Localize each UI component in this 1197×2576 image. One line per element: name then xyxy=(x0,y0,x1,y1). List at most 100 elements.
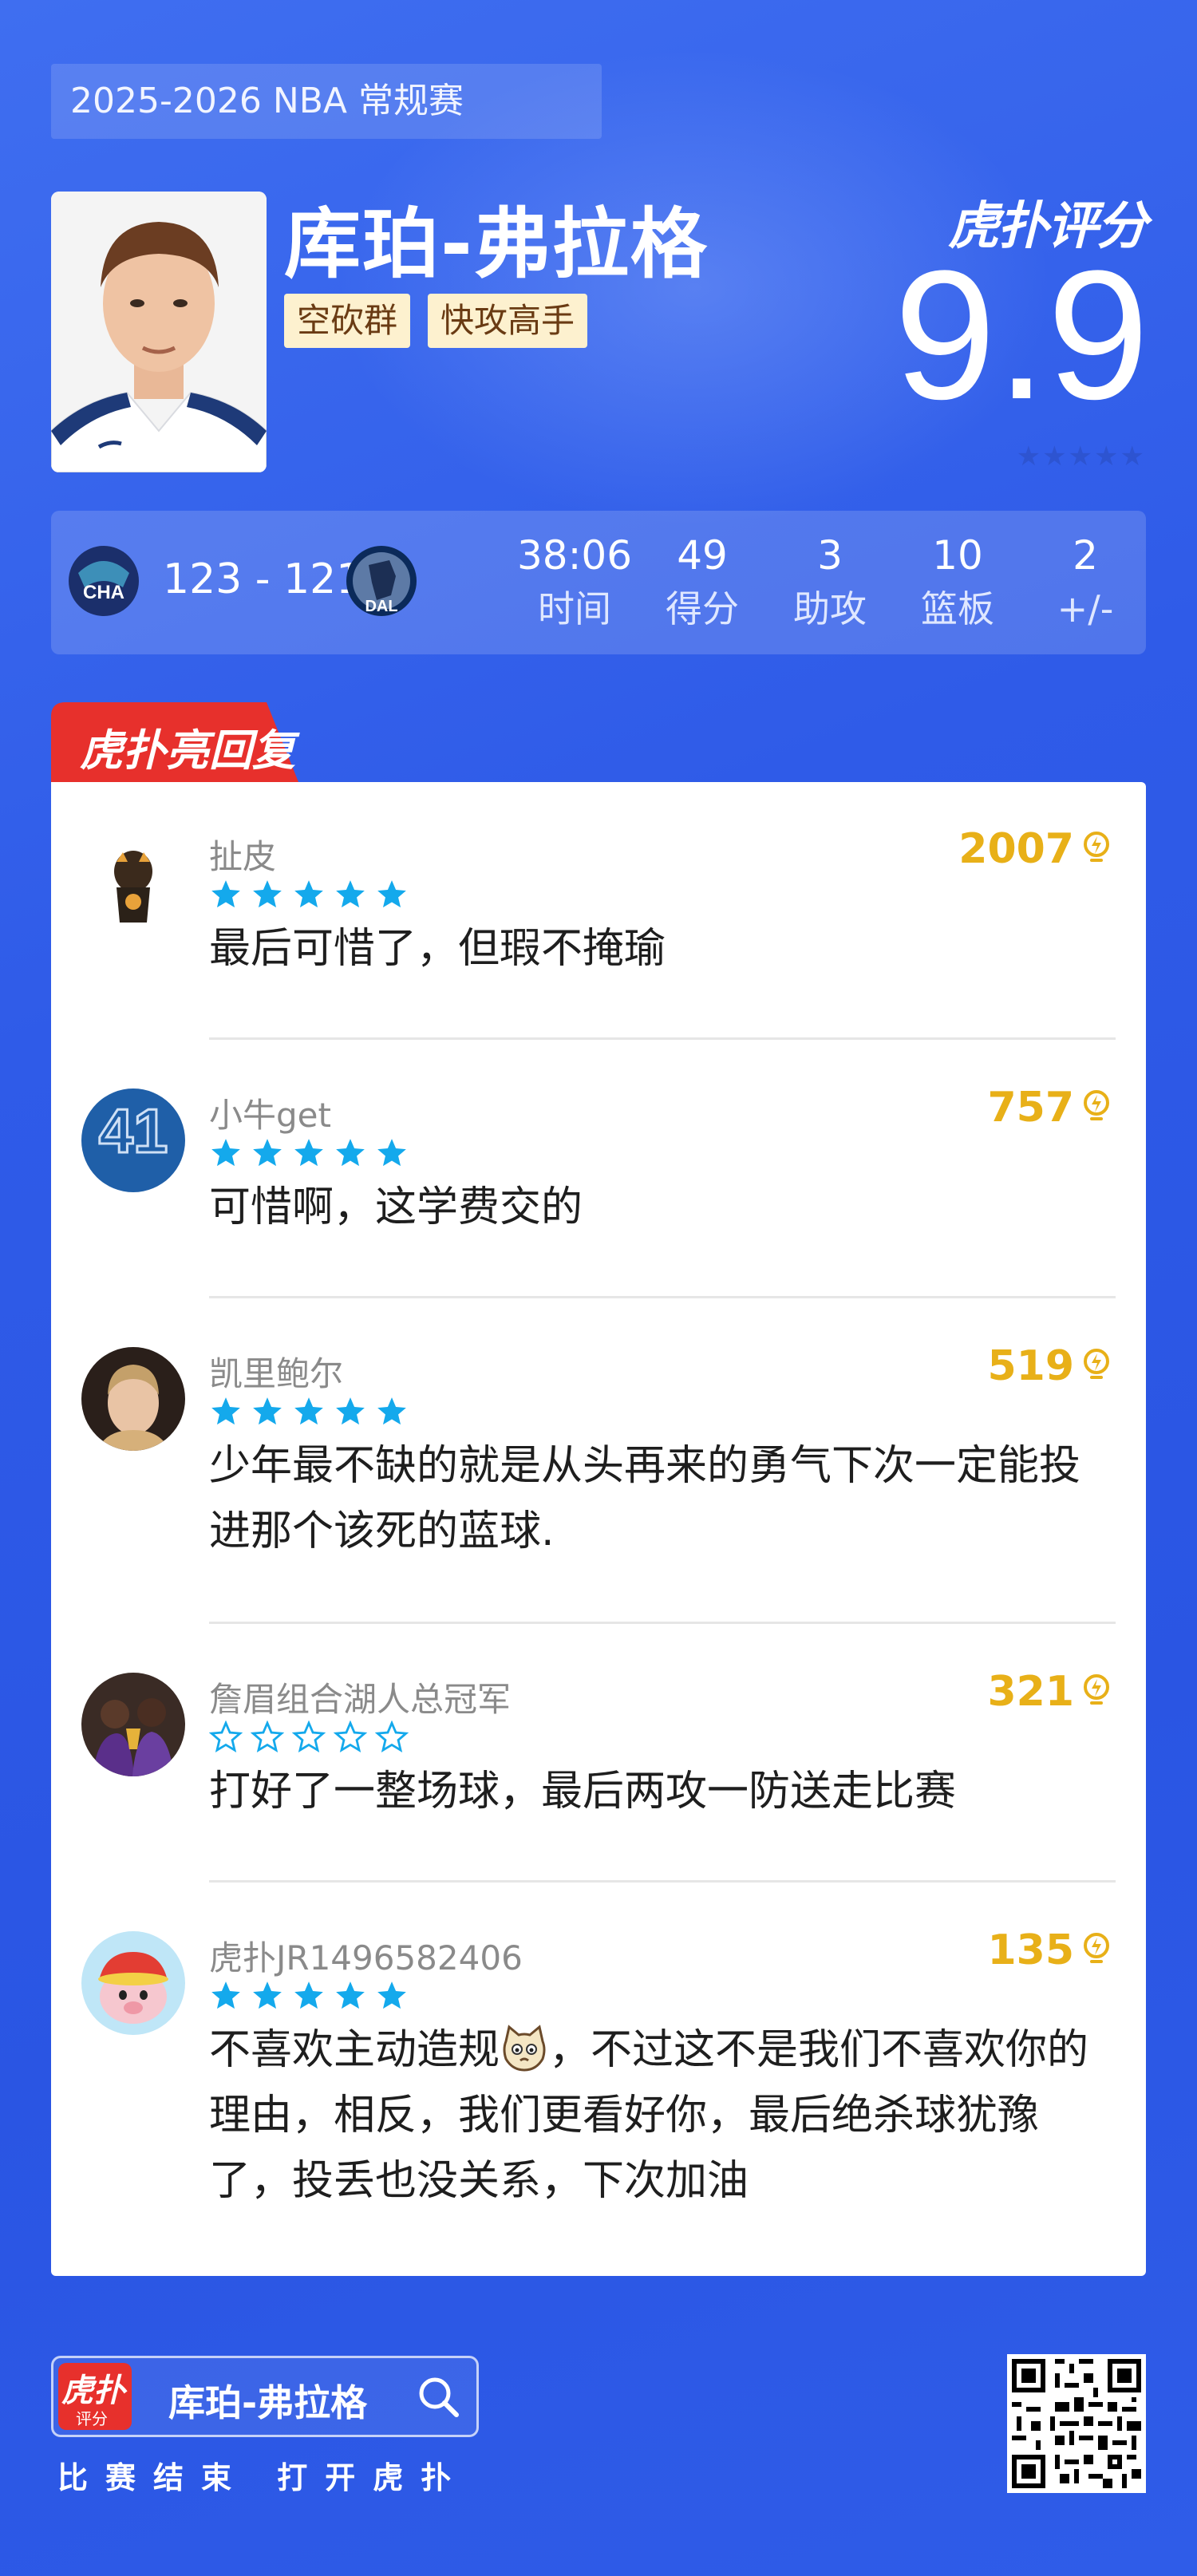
divider xyxy=(209,1880,1116,1883)
avatar: 41 xyxy=(81,1088,185,1192)
team-code-home: CHA xyxy=(83,582,124,603)
star-icon xyxy=(334,1721,367,1753)
lightbulb-icon xyxy=(1084,1674,1109,1705)
comment-item: 扯皮 2007 最后可惜了，但瑕不掩瑜 xyxy=(51,814,1146,1037)
stat-label: 得分 xyxy=(666,587,739,630)
comment-text: 不喜欢主动造规 ，不过这不是我们不喜欢你的理由，相反，我们更看好你，最后绝杀球犹… xyxy=(209,2017,1114,2214)
stat-assists: 3 助攻 xyxy=(766,530,894,637)
star-icon xyxy=(336,1981,365,2009)
comment-item: 凯里鲍尔 519 少年最不缺的就是从头再来的勇气下次一定能投进那个该死的蓝球. xyxy=(51,1331,1146,1618)
star-icon xyxy=(336,1397,365,1425)
rating-stars: ★★★★★ xyxy=(1016,441,1146,472)
star-icon xyxy=(211,1981,240,2009)
comment-likes[interactable]: 757 xyxy=(987,1084,1111,1132)
search-icon[interactable] xyxy=(414,2373,462,2420)
comment-text-part: 不喜欢主动造规 xyxy=(209,2026,500,2074)
star-icon xyxy=(294,1981,323,2009)
hot-replies-card: 扯皮 2007 最后可惜了，但瑕不掩瑜 41 小牛get 757 可惜啊，这学费… xyxy=(51,782,1146,2276)
comment-username: 詹眉组合湖人总冠军 xyxy=(209,1680,512,1719)
stat-value: 3 xyxy=(817,532,843,579)
star-icon xyxy=(253,1397,282,1425)
star-icon xyxy=(294,1397,323,1425)
player-tag: 空砍群 xyxy=(284,294,411,348)
comment-username: 虎扑JR1496582406 xyxy=(209,1938,523,1977)
replies-tab-label: 虎扑亮回复 xyxy=(80,725,295,776)
star-icon xyxy=(377,1397,406,1425)
divider xyxy=(209,1037,1116,1040)
star-icon xyxy=(336,880,365,908)
game-score: 123 - 121 xyxy=(163,555,363,603)
star-icon xyxy=(211,1139,240,1167)
stat-value: 2 xyxy=(1073,532,1098,579)
comment-stars xyxy=(209,1136,409,1170)
player-tags: 空砍群 快攻高手 xyxy=(284,294,588,348)
comment-item: 虎扑JR1496582406 135 不喜欢主动造规 ，不过这不是我们不喜欢你的… xyxy=(51,1915,1146,2266)
avatar xyxy=(81,830,185,934)
like-count: 321 xyxy=(987,1668,1074,1716)
comment-stars xyxy=(209,878,409,911)
player-tag: 快攻高手 xyxy=(428,294,588,348)
season-label: 2025-2026 NBA 常规赛 xyxy=(51,64,602,139)
star-icon xyxy=(377,1981,406,2009)
stat-label: 时间 xyxy=(538,587,611,630)
app-search-bar[interactable]: 虎扑 评分 库珀-弗拉格 xyxy=(51,2356,479,2437)
star-icon xyxy=(377,1139,406,1167)
svg-text:41: 41 xyxy=(99,1096,168,1166)
like-count: 2007 xyxy=(958,825,1074,873)
stat-value: 10 xyxy=(932,532,983,579)
avatar xyxy=(81,1931,185,2035)
star-icon xyxy=(253,880,282,908)
star-icon xyxy=(294,1139,323,1167)
player-photo xyxy=(51,192,267,472)
star-icon xyxy=(211,1397,240,1425)
comment-stars xyxy=(209,1721,409,1754)
stat-label: +/- xyxy=(1057,587,1114,630)
star-icon xyxy=(294,880,323,908)
game-scorebar: CHA 123 - 121 DAL 38:06 时间 49 得分 3 助攻 10… xyxy=(51,511,1146,654)
comment-text: 少年最不缺的就是从头再来的勇气下次一定能投进那个该死的蓝球. xyxy=(209,1442,1081,1555)
comment-likes[interactable]: 2007 xyxy=(958,825,1111,873)
team-code-away: DAL xyxy=(365,598,397,615)
divider xyxy=(209,1296,1116,1298)
avatar xyxy=(81,1347,185,1451)
open-app-caption: 比赛结束 打开虎扑 xyxy=(57,2460,469,2495)
comment-item: 41 小牛get 757 可惜啊，这学费交的 xyxy=(51,1073,1146,1296)
star-icon xyxy=(336,1139,365,1167)
star-icon xyxy=(209,1721,243,1753)
divider xyxy=(209,1622,1116,1624)
comment-item: 詹眉组合湖人总冠军 321 打好了一整场球，最后两攻一防送走比赛 xyxy=(51,1657,1146,1880)
star-icon xyxy=(253,1981,282,2009)
stat-label: 助攻 xyxy=(793,587,867,630)
star-icon xyxy=(211,880,240,908)
comment-likes[interactable]: 321 xyxy=(987,1668,1111,1716)
player-name: 库珀-弗拉格 xyxy=(284,200,709,289)
team-logo-dal: DAL xyxy=(345,544,418,618)
app-logo-text: 虎扑 xyxy=(61,2373,125,2409)
rating-score: 9.9 xyxy=(894,232,1149,437)
lightbulb-icon xyxy=(1084,1349,1109,1379)
qr-code[interactable] xyxy=(1007,2354,1146,2493)
stat-time: 38:06 时间 xyxy=(511,530,638,637)
emoji-cat-icon xyxy=(503,2025,546,2072)
comment-text: 打好了一整场球，最后两攻一防送走比赛 xyxy=(209,1768,957,1815)
like-count: 757 xyxy=(987,1084,1074,1132)
app-logo-subtext: 评分 xyxy=(76,2409,108,2428)
comment-likes[interactable]: 519 xyxy=(987,1342,1111,1390)
star-icon xyxy=(375,1721,409,1753)
lightbulb-icon xyxy=(1084,1090,1109,1120)
comment-username: 小牛get xyxy=(209,1096,331,1135)
stat-value: 49 xyxy=(677,532,728,579)
lightbulb-icon xyxy=(1084,832,1109,862)
stat-value: 38:06 xyxy=(516,532,633,579)
comment-stars xyxy=(209,1395,409,1428)
replies-tab: 虎扑亮回复 xyxy=(51,702,298,782)
comment-username: 扯皮 xyxy=(209,837,277,876)
star-icon xyxy=(253,1139,282,1167)
avatar xyxy=(81,1673,185,1776)
stat-points: 49 得分 xyxy=(638,530,766,637)
star-icon xyxy=(292,1721,326,1753)
like-count: 135 xyxy=(987,1926,1074,1974)
comment-likes[interactable]: 135 xyxy=(987,1926,1111,1974)
comment-stars xyxy=(209,1979,409,2013)
search-query: 库珀-弗拉格 xyxy=(168,2381,368,2424)
